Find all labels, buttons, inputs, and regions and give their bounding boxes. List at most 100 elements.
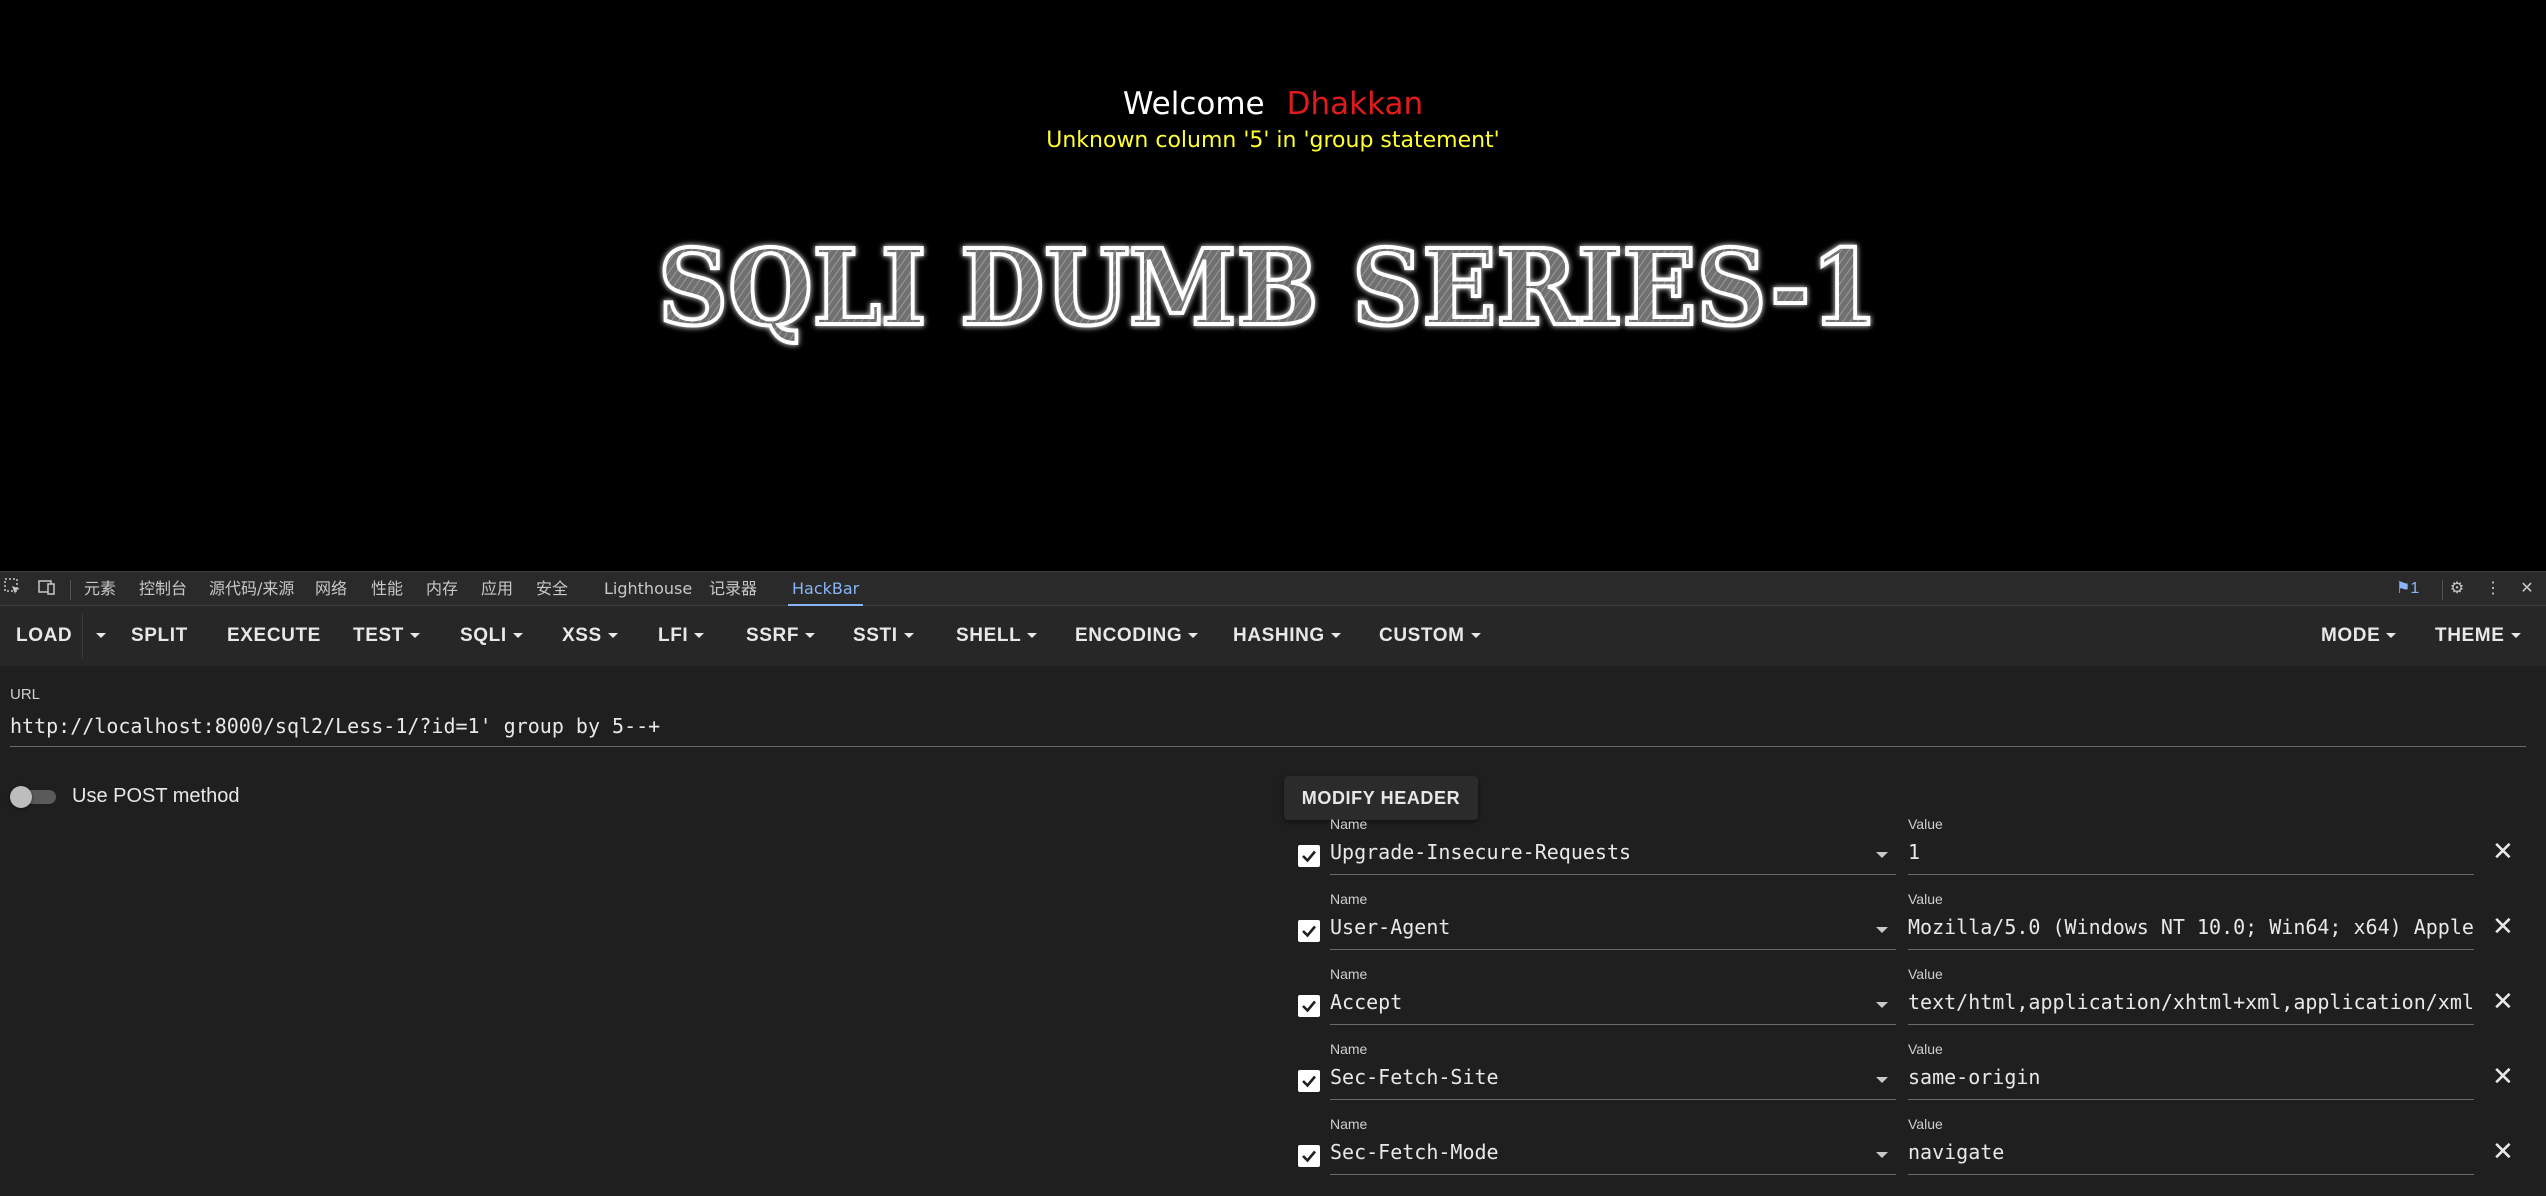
header-value-label: Value	[1908, 1041, 1943, 1057]
header-value-input[interactable]: same-origin	[1908, 1065, 2474, 1089]
header-value-underline	[1908, 1024, 2474, 1025]
devtools-panel: 元素 控制台 源代码/来源 网络 性能 内存 应用 安全 Lighthouse …	[0, 571, 2546, 1196]
header-enabled-checkbox[interactable]	[1298, 1070, 1320, 1092]
settings-gear-icon[interactable]: ⚙	[2446, 578, 2468, 600]
lfi-menu-button[interactable]: LFI	[658, 606, 705, 666]
header-value-input[interactable]: text/html,application/xhtml+xml,applicat…	[1908, 990, 2474, 1014]
header-enabled-checkbox[interactable]	[1298, 920, 1320, 942]
tab-memory[interactable]: 内存	[426, 572, 458, 607]
xss-menu-button[interactable]: XSS	[562, 606, 618, 666]
url-label: URL	[10, 686, 41, 703]
sqli-menu-button[interactable]: SQLI	[460, 606, 523, 666]
header-name-select[interactable]: Accept	[1330, 990, 1870, 1014]
close-devtools-icon[interactable]: ✕	[2516, 578, 2538, 600]
tab-elements[interactable]: 元素	[84, 572, 116, 607]
header-name-select[interactable]: User-Agent	[1330, 915, 1870, 939]
remove-header-icon[interactable]: ✕	[2492, 838, 2514, 864]
header-value-input[interactable]: navigate	[1908, 1140, 2474, 1164]
chevron-down-icon	[1027, 633, 1038, 639]
chevron-down-icon[interactable]	[1876, 1077, 1888, 1083]
header-name-underline	[1330, 1099, 1896, 1100]
header-value-label: Value	[1908, 891, 1943, 907]
header-value-label: Value	[1908, 966, 1943, 982]
tab-recorder[interactable]: 记录器	[709, 572, 757, 607]
header-row: Name User-Agent Value Mozilla/5.0 (Windows …	[1284, 891, 2524, 966]
xss-label: XSS	[562, 625, 602, 646]
custom-label: CUSTOM	[1379, 625, 1465, 646]
custom-menu-button[interactable]: CUSTOM	[1379, 606, 1481, 666]
tab-lighthouse[interactable]: Lighthouse	[604, 572, 692, 607]
header-name-label: Name	[1330, 816, 1368, 832]
remove-header-icon[interactable]: ✕	[2492, 1063, 2514, 1089]
remove-header-icon[interactable]: ✕	[2492, 913, 2514, 939]
sqli-dumb-series-banner: SQLI DUMB SERIES-1	[656, 224, 1880, 351]
shell-menu-button[interactable]: SHELL	[956, 606, 1038, 666]
hackbar-toolbar: LOAD SPLIT EXECUTE TEST SQLI XSS LFI SSR…	[0, 606, 2546, 666]
header-name-select[interactable]: Sec-Fetch-Mode	[1330, 1140, 1870, 1164]
header-name-select[interactable]: Upgrade-Insecure-Requests	[1330, 840, 1870, 864]
tab-console[interactable]: 控制台	[139, 572, 187, 607]
checkmark-icon	[1302, 1075, 1316, 1088]
issues-count: 1	[2410, 580, 2420, 597]
mode-menu-button[interactable]: MODE	[2321, 606, 2397, 666]
header-name-underline	[1330, 874, 1896, 875]
tab-security[interactable]: 安全	[536, 572, 568, 607]
tab-divider	[70, 580, 71, 600]
post-method-toggle[interactable]	[10, 784, 60, 808]
checkmark-icon	[1302, 1150, 1316, 1163]
encoding-menu-button[interactable]: ENCODING	[1075, 606, 1199, 666]
device-toolbar-icon[interactable]	[36, 578, 58, 600]
toolbar-separator	[82, 614, 83, 658]
execute-button[interactable]: EXECUTE	[227, 606, 321, 666]
remove-header-icon[interactable]: ✕	[2492, 1138, 2514, 1164]
test-label: TEST	[353, 625, 404, 646]
header-name-label: Name	[1330, 891, 1368, 907]
split-button[interactable]: SPLIT	[131, 606, 188, 666]
chevron-down-icon[interactable]	[1876, 852, 1888, 858]
header-value-input[interactable]: Mozilla/5.0 (Windows NT 10.0; Win64; x64…	[1908, 915, 2474, 939]
chevron-down-icon[interactable]	[1876, 927, 1888, 933]
sqli-label: SQLI	[460, 625, 507, 646]
url-input[interactable]: http://localhost:8000/sql2/Less-1/?id=1'…	[10, 714, 660, 738]
chevron-down-icon[interactable]	[1876, 1152, 1888, 1158]
hashing-menu-button[interactable]: HASHING	[1233, 606, 1341, 666]
header-value-input[interactable]: 1	[1908, 840, 2474, 864]
theme-menu-button[interactable]: THEME	[2435, 606, 2521, 666]
header-row: Name Sec-Fetch-Mode Value navigate ✕	[1284, 1116, 2524, 1191]
header-enabled-checkbox[interactable]	[1298, 1145, 1320, 1167]
header-name-underline	[1330, 1174, 1896, 1175]
load-dropdown-button[interactable]	[90, 606, 106, 666]
ssrf-label: SSRF	[746, 625, 800, 646]
devtools-tabbar: 元素 控制台 源代码/来源 网络 性能 内存 应用 安全 Lighthouse …	[0, 571, 2546, 607]
header-enabled-checkbox[interactable]	[1298, 995, 1320, 1017]
header-value-underline	[1908, 949, 2474, 950]
header-row: Name Upgrade-Insecure-Requests Value 1 ✕	[1284, 816, 2524, 891]
load-button[interactable]: LOAD	[16, 606, 72, 666]
banner-title: SQLI DUMB SERIES-1	[658, 226, 1878, 349]
ssrf-menu-button[interactable]: SSRF	[746, 606, 816, 666]
remove-header-icon[interactable]: ✕	[2492, 988, 2514, 1014]
header-value-underline	[1908, 874, 2474, 875]
tab-application[interactable]: 应用	[481, 572, 513, 607]
username-text: Dhakkan	[1286, 86, 1424, 122]
tab-performance[interactable]: 性能	[371, 572, 403, 607]
more-options-icon[interactable]: ⋮	[2482, 578, 2504, 600]
header-enabled-checkbox[interactable]	[1298, 845, 1320, 867]
chevron-down-icon	[409, 633, 420, 639]
header-value-label: Value	[1908, 1116, 1943, 1132]
tab-network[interactable]: 网络	[315, 572, 347, 607]
test-menu-button[interactable]: TEST	[353, 606, 420, 666]
shell-label: SHELL	[956, 625, 1022, 646]
sql-error-message: Unknown column '5' in 'group statement'	[1046, 128, 1500, 153]
issues-badge[interactable]: ⚑1	[2396, 572, 2419, 607]
url-underline	[10, 746, 2526, 747]
header-name-label: Name	[1330, 1116, 1368, 1132]
checkmark-icon	[1302, 1000, 1316, 1013]
ssti-menu-button[interactable]: SSTI	[853, 606, 914, 666]
inspect-element-icon[interactable]	[2, 578, 24, 600]
tab-hackbar[interactable]: HackBar	[788, 572, 864, 607]
tab-sources[interactable]: 源代码/来源	[209, 572, 294, 607]
chevron-down-icon[interactable]	[1876, 1002, 1888, 1008]
header-name-select[interactable]: Sec-Fetch-Site	[1330, 1065, 1870, 1089]
modify-header-button[interactable]: MODIFY HEADER	[1284, 776, 1478, 820]
